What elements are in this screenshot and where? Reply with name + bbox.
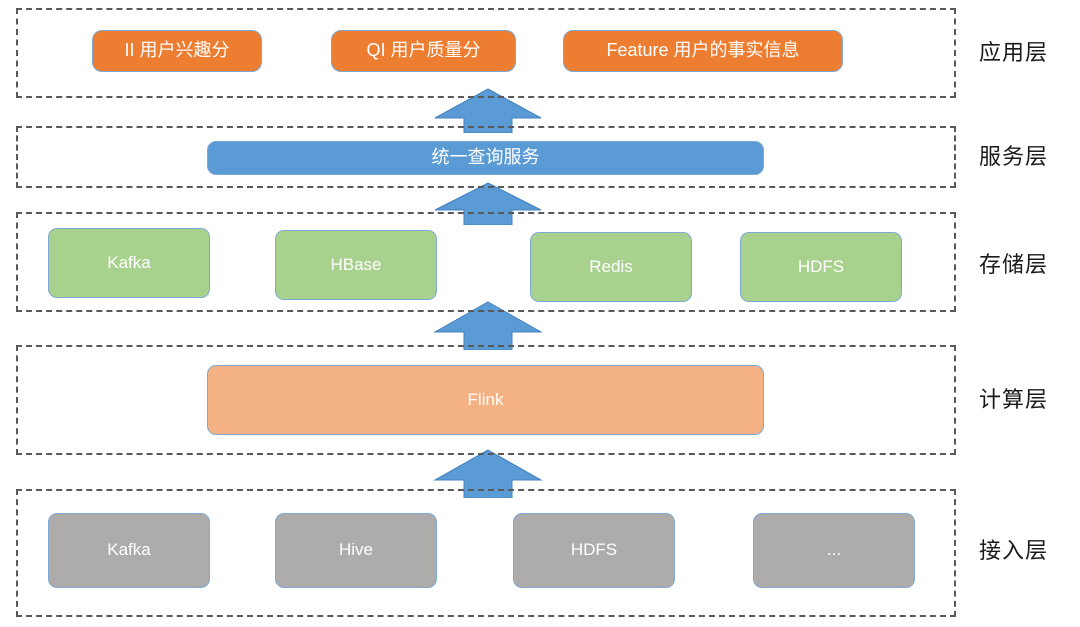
architecture-diagram: II 用户兴趣分 QI 用户质量分 Feature 用户的事实信息 应用层 统一… — [0, 0, 1080, 627]
node-label: Kafka — [107, 252, 151, 272]
node-label: Feature 用户的事实信息 — [606, 40, 800, 61]
layer-label-compute: 计算层 — [979, 387, 1049, 412]
node-ingest-others[interactable]: ... — [753, 513, 915, 588]
layer-label-service: 服务层 — [979, 144, 1049, 169]
node-storage-hdfs[interactable]: HDFS — [740, 232, 902, 302]
layer-label-ingest: 接入层 — [979, 538, 1049, 563]
node-label: Hive — [338, 540, 373, 560]
node-label: HBase — [330, 254, 382, 274]
node-user-feature-facts[interactable]: Feature 用户的事实信息 — [563, 30, 843, 72]
node-label: ... — [826, 540, 842, 560]
node-storage-hbase[interactable]: HBase — [275, 230, 437, 300]
layer-label-application: 应用层 — [979, 40, 1049, 65]
node-user-interest-score[interactable]: II 用户兴趣分 — [92, 30, 262, 72]
node-user-quality-score[interactable]: QI 用户质量分 — [331, 30, 516, 72]
node-label: Flink — [467, 389, 504, 409]
node-storage-kafka[interactable]: Kafka — [48, 228, 210, 298]
node-ingest-kafka[interactable]: Kafka — [48, 513, 210, 588]
node-flink[interactable]: Flink — [207, 365, 764, 435]
node-label: II 用户兴趣分 — [124, 40, 230, 61]
node-unified-query-service[interactable]: 统一查询服务 — [207, 141, 764, 175]
node-ingest-hive[interactable]: Hive — [275, 513, 437, 588]
node-label: HDFS — [797, 256, 845, 276]
node-label: Redis — [589, 256, 633, 276]
node-label: HDFS — [570, 540, 618, 560]
node-label: 统一查询服务 — [431, 147, 540, 168]
node-label: QI 用户质量分 — [366, 40, 481, 61]
node-storage-redis[interactable]: Redis — [530, 232, 692, 302]
node-label: Kafka — [107, 540, 151, 560]
layer-label-storage: 存储层 — [979, 252, 1049, 277]
node-ingest-hdfs[interactable]: HDFS — [513, 513, 675, 588]
